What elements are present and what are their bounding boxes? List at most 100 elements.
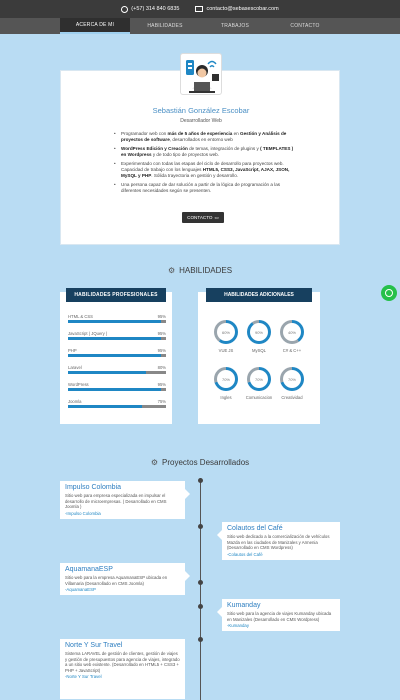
additional-skills-title: HABILIDADES ADICIONALES: [206, 288, 312, 302]
email-contact[interactable]: contacto@sebasescobar.com: [195, 6, 279, 12]
skill-name: WordPress: [68, 382, 89, 387]
skill-bar-row: Laravel 80%: [68, 365, 166, 379]
skill-bar-track: [68, 405, 166, 408]
project-card-aquamana[interactable]: AquamanaESP Sitio web para la empresa Aq…: [60, 563, 190, 596]
skill-percent: 95%: [157, 382, 166, 387]
project-link[interactable]: -Kumanday: [227, 623, 335, 628]
skill-bar-row: JavaScript ( JQuery ) 95%: [68, 331, 166, 345]
skill-name: PHP: [68, 348, 77, 353]
phone-contact[interactable]: (+57) 314 840 6835: [121, 5, 180, 13]
skill-name: Joomla: [68, 399, 82, 404]
project-title: Kumanday: [227, 602, 261, 609]
project-card-colautos[interactable]: Colautos del Café Sitio web dedicado a l…: [217, 522, 340, 560]
skill-bar-row: PHP 95%: [68, 348, 166, 362]
nav-item-about[interactable]: ACERCA DE MI: [60, 18, 130, 34]
skill-ring-percent: 70%: [250, 370, 268, 388]
timeline-dot: [198, 580, 203, 585]
skill-percent: 80%: [157, 365, 166, 370]
project-link[interactable]: -Impulso Colombia: [65, 511, 180, 516]
skill-bar-fill: [68, 405, 142, 408]
profile-bullet-list: Programador web con más de 5 años de exp…: [114, 131, 295, 197]
skill-ring-percent: 90%: [250, 323, 268, 341]
contact-button[interactable]: CONTACTO ▭: [182, 212, 224, 223]
developer-avatar-illustration: [180, 53, 222, 95]
skill-ring: 70%: [247, 367, 271, 391]
bullet-languages: Experimentado con todas las etapas del c…: [114, 161, 295, 180]
skill-ring: 70%: [214, 367, 238, 391]
skill-bar-fill: [68, 354, 162, 357]
skill-ring: 40%: [280, 320, 304, 344]
additional-skills-card: HABILIDADES ADICIONALES 60% VUE JS 90% MySQ…: [198, 288, 320, 424]
nav-item-contact[interactable]: CONTACTO: [270, 18, 340, 34]
skill-percent: 75%: [157, 399, 166, 404]
skill-ring-percent: 40%: [283, 323, 301, 341]
top-contact-bar: (+57) 314 840 6835 contacto@sebasescobar…: [0, 0, 400, 18]
whatsapp-icon: [121, 5, 129, 13]
project-link[interactable]: -Norte Y Sur Travel: [65, 674, 180, 679]
skill-ring-label: Comunicacion: [245, 395, 273, 400]
profile-name: Sebastián González Escobar: [152, 106, 250, 115]
skill-name: HTML & CSS: [68, 314, 93, 319]
skill-ring-label: VUE JS: [218, 348, 234, 353]
bullet-experience: Programador web con más de 5 años de exp…: [114, 131, 295, 144]
timeline-dot: [198, 637, 203, 642]
skill-bar-track: [68, 337, 166, 340]
skill-bar-track: [68, 354, 166, 357]
skill-percent: 95%: [157, 314, 166, 319]
project-card-kumanday[interactable]: Kumanday Sitio web para la agencia de vi…: [217, 599, 340, 632]
skill-bar-track: [68, 388, 166, 391]
skill-percent: 95%: [157, 331, 166, 336]
bullet-wordpress: WordPress Edición y Creación de temas, i…: [114, 146, 295, 159]
profile-role: Desarrollador Web: [180, 118, 222, 124]
project-description: Sitio web para la agencia de viajes Kuma…: [227, 611, 332, 622]
skill-bar-fill: [68, 388, 162, 391]
skill-ring-percent: 60%: [217, 323, 235, 341]
project-card-norte-sur[interactable]: Norte Y Sur Travel Sistema LARAVEL de ge…: [60, 639, 185, 699]
nav-item-skills[interactable]: HABILIDADES: [130, 18, 200, 34]
timeline-dot: [198, 478, 203, 483]
email-address: contacto@sebasescobar.com: [206, 6, 279, 12]
skill-ring-label: MySQL: [252, 348, 266, 353]
skill-bar-row: WordPress 95%: [68, 382, 166, 396]
project-link[interactable]: -Colautos del Café: [227, 552, 335, 557]
project-description: Sistema LARAVEL de gestión de clientes, …: [65, 651, 180, 673]
skill-bar-track: [68, 371, 166, 374]
skill-bar-fill: [68, 320, 162, 323]
skills-heading: ⚙ HABILIDADES: [167, 266, 233, 275]
profile-card: Sebastián González Escobar Desarrollador…: [60, 53, 340, 245]
project-title: Impulso Colombia: [65, 484, 122, 491]
cogs-icon: ⚙: [150, 458, 158, 467]
skill-bar-track: [68, 320, 166, 323]
project-card-impulso[interactable]: Impulso Colombia Sitio web para empresa …: [60, 481, 190, 519]
skill-ring-percent: 70%: [283, 370, 301, 388]
project-title: Colautos del Café: [227, 525, 283, 532]
project-title: AquamanaESP: [65, 566, 113, 573]
skill-ring-label: Ingles: [220, 395, 232, 400]
project-description: Sitio web para empresa especializada en …: [65, 493, 167, 510]
skill-bar-row: Joomla 75%: [68, 399, 166, 413]
timeline-dot: [198, 604, 203, 609]
whatsapp-icon: [385, 289, 393, 297]
skill-ring-label: C# & C++: [282, 348, 302, 353]
skill-ring-label: Creatividad: [281, 395, 303, 400]
skill-ring-percent: 70%: [217, 370, 235, 388]
skill-name: JavaScript ( JQuery ): [68, 331, 108, 336]
cogs-icon: ⚙: [167, 266, 176, 275]
nav-item-works[interactable]: TRABAJOS: [200, 18, 270, 34]
skill-bar-row: HTML & CSS 95%: [68, 314, 166, 328]
project-title: Norte Y Sur Travel: [65, 642, 123, 649]
projects-heading: ⚙ Proyectos Desarrollados: [150, 458, 250, 467]
skill-ring: 70%: [280, 367, 304, 391]
professional-skills-card: HABILIDADES PROFESIONALES HTML & CSS 95% J…: [60, 288, 172, 424]
skill-percent: 95%: [157, 348, 166, 353]
timeline-line: [200, 478, 201, 700]
project-description: Sitio web para la empresa AquamanaESP ub…: [65, 575, 168, 586]
envelope-icon: [195, 6, 204, 12]
skill-name: Laravel: [68, 365, 82, 370]
phone-number: (+57) 314 840 6835: [131, 6, 180, 12]
skill-ring: 60%: [214, 320, 238, 344]
project-link[interactable]: -AquamanaESP: [65, 587, 180, 592]
project-description: Sitio web dedicado a la comercialización…: [227, 534, 330, 551]
whatsapp-float-button[interactable]: [381, 285, 397, 301]
skill-ring: 90%: [247, 320, 271, 344]
